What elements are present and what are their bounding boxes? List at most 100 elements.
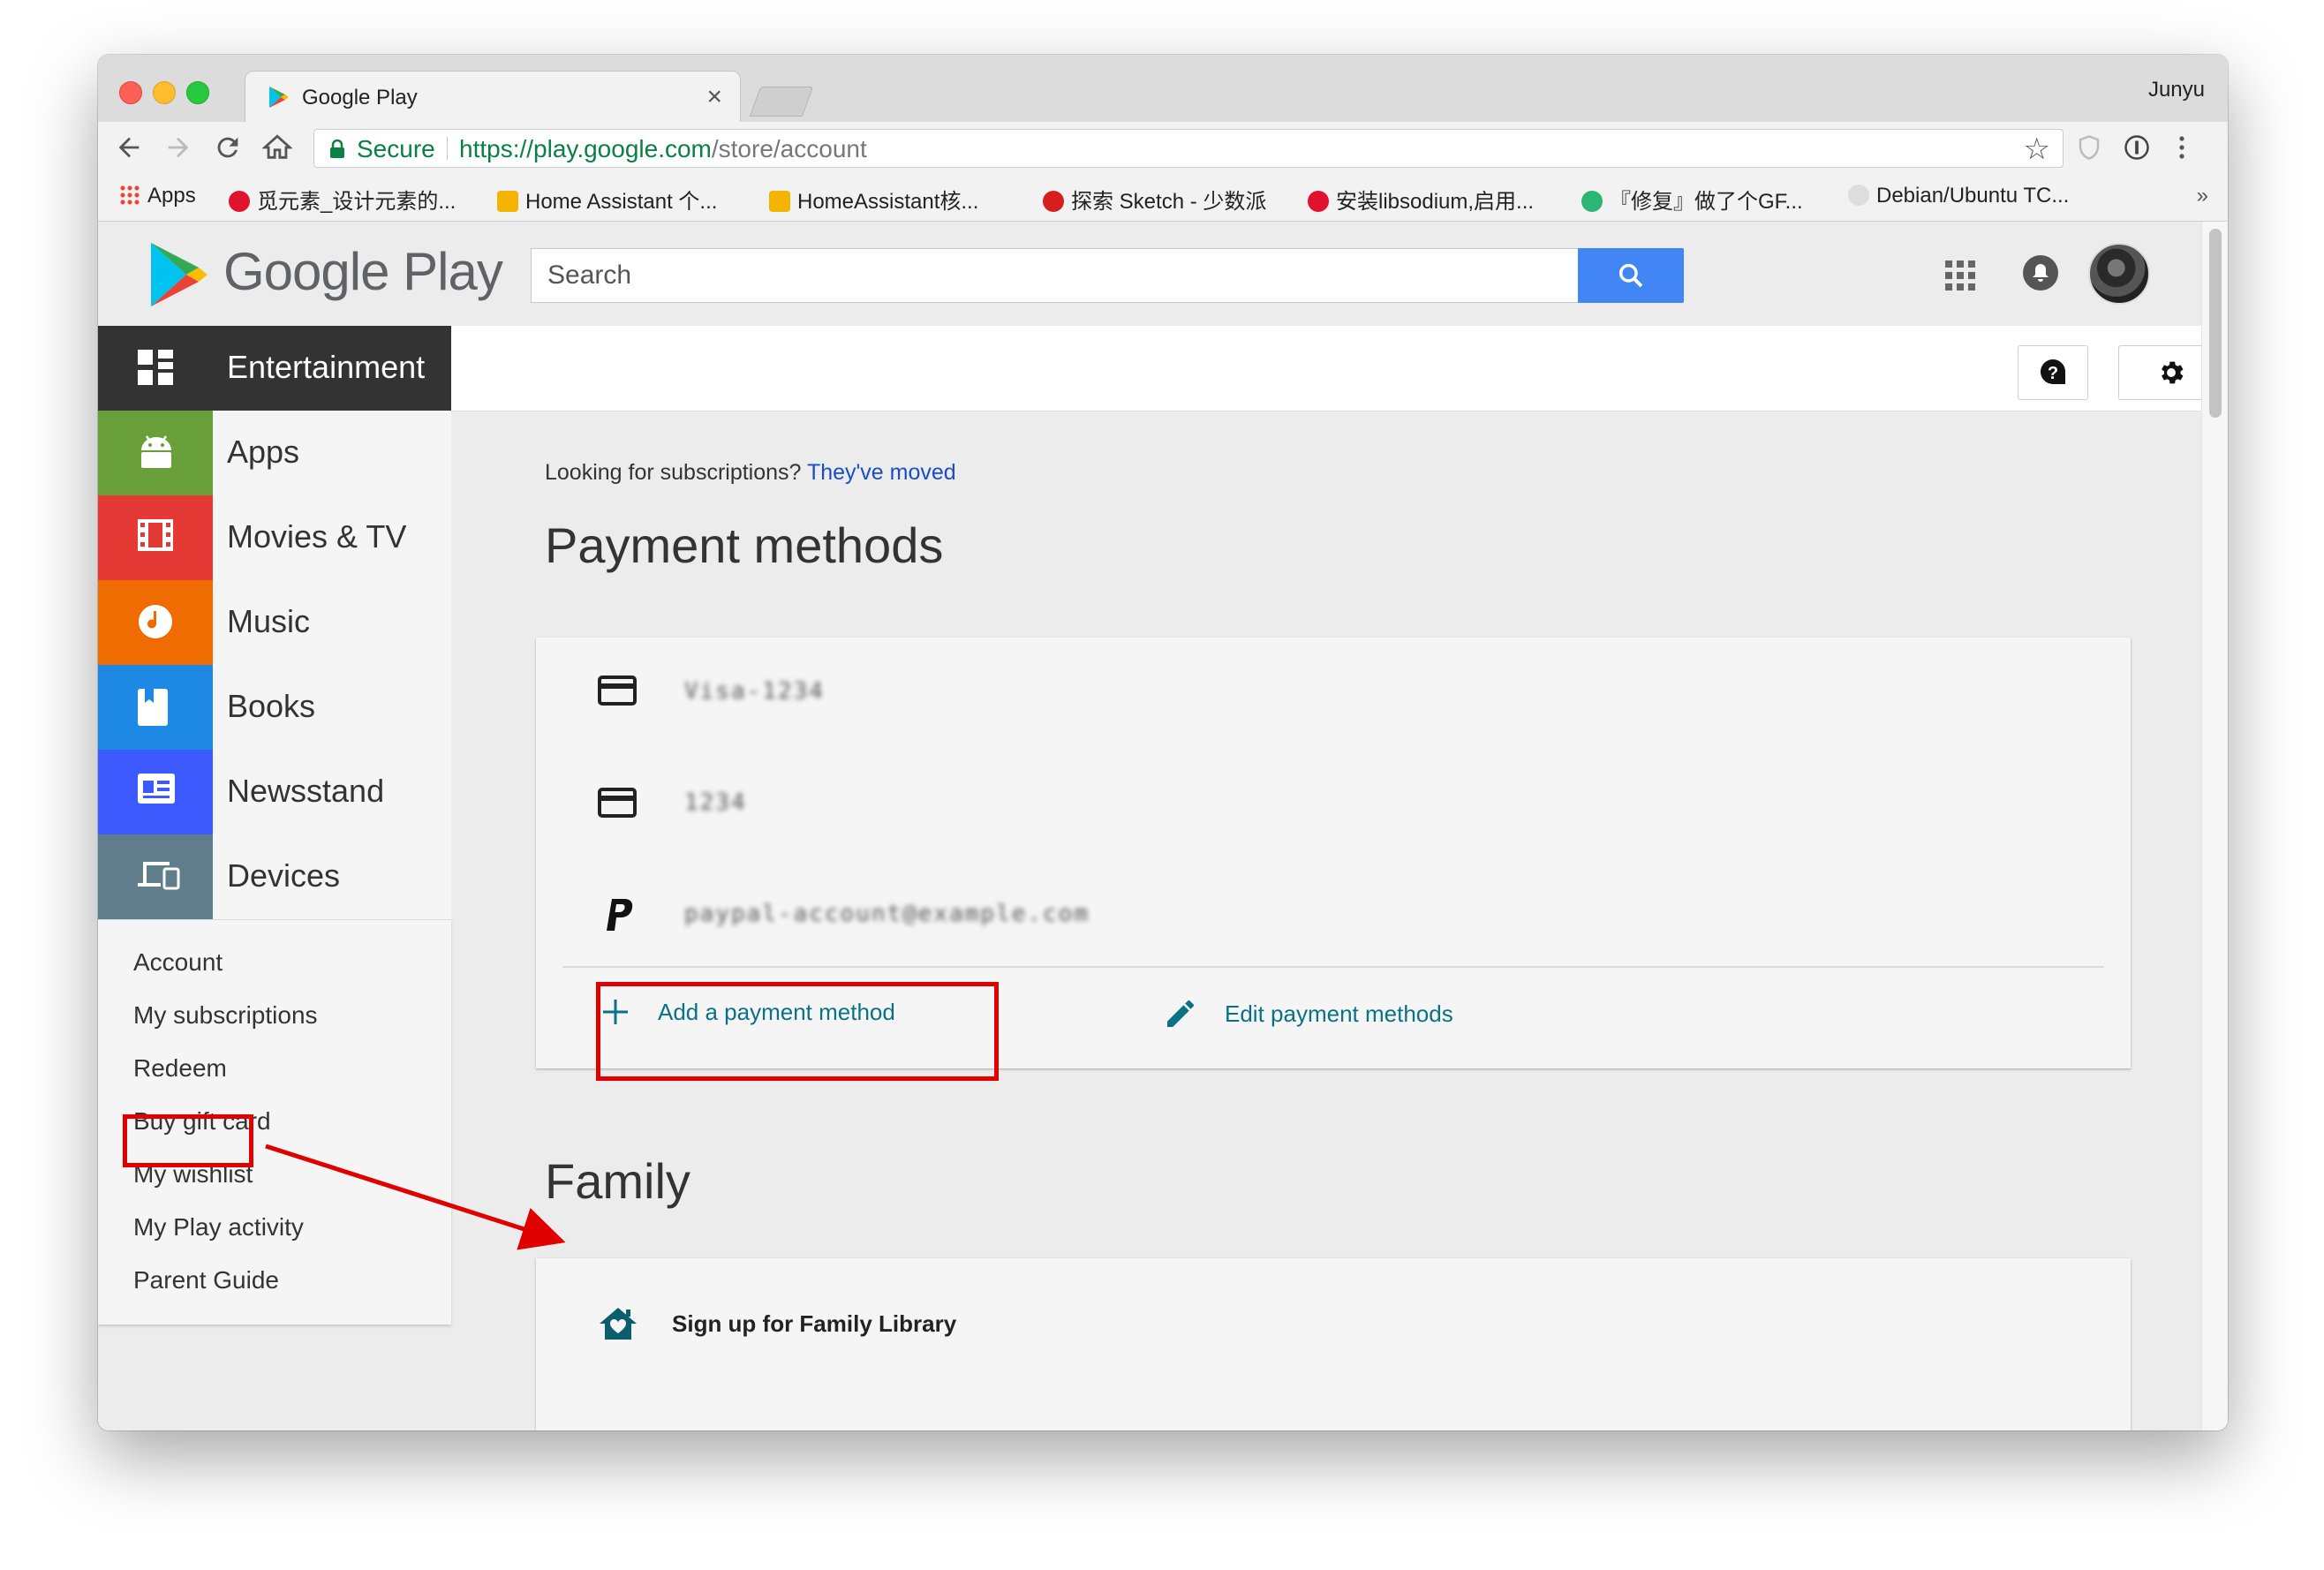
nav-label: Books bbox=[227, 688, 316, 724]
paypal-icon bbox=[598, 895, 637, 939]
page-scrollbar[interactable] bbox=[2201, 222, 2228, 1430]
nav-item-entertainment[interactable]: Entertainment bbox=[98, 326, 451, 411]
play-favicon-icon bbox=[267, 86, 290, 113]
edit-payment-label: Edit payment methods bbox=[1225, 1000, 1453, 1027]
nav-item-movies[interactable]: Movies & TV bbox=[98, 495, 451, 580]
back-icon[interactable] bbox=[114, 132, 144, 168]
bookmark-item[interactable]: Debian/Ubuntu TC... bbox=[1848, 184, 2069, 208]
forward-icon[interactable] bbox=[163, 132, 193, 168]
scrollbar-thumb[interactable] bbox=[2209, 229, 2222, 418]
entertainment-icon bbox=[138, 350, 173, 385]
family-signup-label: Sign up for Family Library bbox=[672, 1310, 957, 1337]
category-nav: Entertainment Apps Movies & TV Music Boo… bbox=[98, 326, 451, 1325]
lock-icon bbox=[328, 139, 346, 163]
browser-window: Google Play × Junyu Secure https://play.… bbox=[98, 55, 2228, 1430]
payment-methods-title: Payment methods bbox=[545, 517, 944, 573]
search-button[interactable] bbox=[1578, 248, 1684, 303]
nav-item-music[interactable]: Music bbox=[98, 580, 451, 665]
omnibox-separator bbox=[447, 137, 448, 160]
browser-menu-icon[interactable] bbox=[2177, 134, 2187, 166]
extension-info-icon[interactable] bbox=[2124, 134, 2150, 166]
bookmarks-bar: Apps 觅元素_设计元素的... Home Assistant 个... Ho… bbox=[98, 173, 2228, 222]
bookmark-label: Apps bbox=[147, 184, 196, 208]
reload-icon[interactable] bbox=[213, 132, 243, 168]
tab-google-play[interactable]: Google Play × bbox=[245, 71, 741, 123]
profile-name[interactable]: Junyu bbox=[2148, 78, 2205, 102]
theyve-moved-link[interactable]: They've moved bbox=[807, 460, 956, 485]
svg-text:?: ? bbox=[2048, 364, 2058, 383]
account-annotation-box bbox=[123, 1114, 253, 1167]
bookmark-label: 探索 Sketch - 少数派 bbox=[1071, 190, 1267, 214]
bookmark-item[interactable]: 探索 Sketch - 少数派 bbox=[1043, 184, 1266, 215]
maximize-window-button[interactable] bbox=[186, 81, 209, 104]
new-tab-button[interactable] bbox=[749, 87, 814, 117]
search-input[interactable] bbox=[532, 249, 1579, 302]
nav-label: Music bbox=[227, 603, 311, 639]
nav-label: Apps bbox=[227, 434, 300, 470]
family-card: Sign up for Family Library bbox=[536, 1258, 2131, 1430]
page-viewport: Google Play Search ? Entertainment Apps … bbox=[98, 222, 2201, 1430]
nav-swatch bbox=[98, 580, 213, 665]
family-library-signup[interactable]: Sign up for Family Library bbox=[598, 1306, 956, 1341]
bookmark-label: 觅元素_设计元素的... bbox=[257, 190, 456, 214]
bookmark-favicon-icon bbox=[1308, 191, 1329, 212]
nav-link-account[interactable]: Account bbox=[98, 936, 451, 989]
nav-swatch bbox=[98, 834, 213, 919]
notifications-bell-icon[interactable] bbox=[2021, 253, 2060, 297]
bookmark-label: 『修复』做了个GF... bbox=[1610, 190, 1803, 214]
url-path: /store/account bbox=[711, 135, 867, 162]
secure-label: Secure bbox=[357, 135, 435, 162]
devices-icon bbox=[138, 862, 180, 890]
nav-item-devices[interactable]: Devices bbox=[98, 834, 451, 919]
url-text[interactable]: https://play.google.com/store/account bbox=[459, 135, 867, 163]
payment-methods-card: Visa-1234 1234 paypal-account@example.co… bbox=[536, 638, 2131, 1081]
settings-button[interactable] bbox=[2118, 345, 2201, 400]
bookmark-item[interactable]: 安装libsodium,启用... bbox=[1308, 184, 1534, 215]
credit-card-icon bbox=[598, 676, 637, 710]
bookmark-star-icon[interactable]: ☆ bbox=[2024, 132, 2050, 167]
payment-method-row[interactable]: paypal-account@example.com bbox=[536, 857, 2131, 936]
search-box[interactable] bbox=[531, 248, 1579, 303]
google-apps-grid-icon[interactable] bbox=[1945, 260, 1975, 295]
bookmark-favicon-icon bbox=[1848, 185, 1869, 206]
bookmark-favicon-icon bbox=[229, 191, 250, 212]
bookmark-item[interactable]: HomeAssistant核... bbox=[769, 184, 978, 215]
address-bar[interactable]: Secure https://play.google.com/store/acc… bbox=[313, 129, 2064, 168]
google-play-logo-icon[interactable] bbox=[149, 241, 209, 313]
nav-item-newsstand[interactable]: Newsstand bbox=[98, 750, 451, 834]
extension-shield-icon[interactable] bbox=[2076, 134, 2102, 166]
payment-method-row[interactable]: Visa-1234 bbox=[536, 638, 2131, 717]
edit-payment-methods-button[interactable]: Edit payment methods bbox=[1163, 996, 1453, 1031]
bookmark-favicon-icon bbox=[769, 191, 790, 212]
nav-link-parent-guide[interactable]: Parent Guide bbox=[98, 1254, 451, 1307]
payment-method-text: paypal-account@example.com bbox=[684, 901, 1090, 927]
minimize-window-button[interactable] bbox=[153, 81, 176, 104]
android-icon bbox=[141, 435, 171, 468]
nav-swatch bbox=[98, 750, 213, 834]
subscriptions-note-text: Looking for subscriptions? bbox=[545, 460, 802, 485]
payment-method-row[interactable]: 1234 bbox=[536, 749, 2131, 828]
bookmark-item[interactable]: 『修复』做了个GF... bbox=[1581, 184, 1803, 215]
music-icon bbox=[139, 605, 172, 638]
nav-item-books[interactable]: Books bbox=[98, 665, 451, 750]
add-payment-annotation-box bbox=[596, 982, 999, 1081]
nav-link-redeem[interactable]: Redeem bbox=[98, 1042, 451, 1095]
home-icon[interactable] bbox=[261, 132, 293, 168]
subscriptions-note: Looking for subscriptions? They've moved bbox=[545, 460, 956, 486]
bookmarks-overflow-button[interactable]: » bbox=[2197, 184, 2208, 208]
bookmark-item[interactable]: Home Assistant 个... bbox=[497, 184, 717, 215]
nav-item-apps[interactable]: Apps bbox=[98, 411, 451, 495]
google-play-wordmark[interactable]: Google Play bbox=[223, 241, 503, 302]
nav-swatch bbox=[98, 665, 213, 750]
bookmark-label: HomeAssistant核... bbox=[797, 190, 979, 214]
tab-close-icon[interactable]: × bbox=[706, 82, 722, 112]
nav-link-my-subscriptions[interactable]: My subscriptions bbox=[98, 989, 451, 1042]
help-button[interactable]: ? bbox=[2018, 345, 2088, 400]
bookmark-item[interactable]: 觅元素_设计元素的... bbox=[229, 184, 456, 215]
close-window-button[interactable] bbox=[119, 81, 142, 104]
nav-link-my-play-activity[interactable]: My Play activity bbox=[98, 1201, 451, 1254]
bookmark-apps[interactable]: Apps bbox=[119, 184, 196, 208]
user-avatar[interactable] bbox=[2088, 243, 2150, 305]
newsstand-icon bbox=[138, 774, 175, 804]
film-icon bbox=[138, 519, 173, 551]
